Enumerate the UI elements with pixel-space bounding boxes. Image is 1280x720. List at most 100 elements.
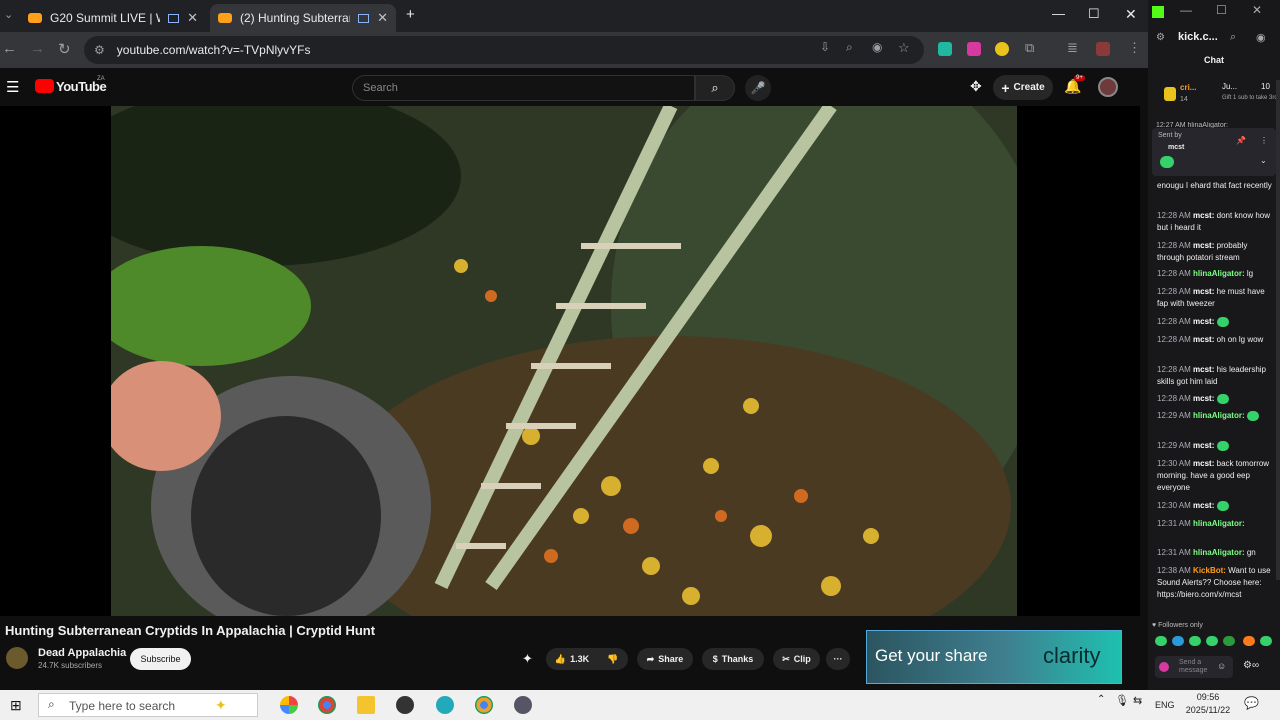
maximize-button[interactable]: ☐	[1088, 6, 1100, 22]
back-icon[interactable]: ←	[2, 40, 17, 57]
kick-minimize[interactable]: —	[1180, 3, 1192, 17]
kick-search-icon[interactable]: ⌕	[1230, 31, 1236, 44]
tab-close-icon[interactable]: ✕	[187, 10, 198, 26]
extensions-puzzle-icon[interactable]: ⧉	[1025, 40, 1034, 56]
chat-input[interactable]: Send a message ☺	[1155, 656, 1233, 678]
emote-bar[interactable]	[1155, 636, 1273, 650]
search-button[interactable]: ⌕	[695, 75, 735, 101]
emote-icon[interactable]	[1155, 636, 1167, 646]
video-player[interactable]	[0, 106, 1140, 616]
extension-2-icon[interactable]	[967, 42, 981, 56]
thanks-button[interactable]: $ Thanks	[702, 648, 764, 670]
tab-search-icon[interactable]: ⌄	[4, 8, 13, 21]
chat-username[interactable]: mcst:	[1193, 394, 1214, 403]
network-tray-icon[interactable]: ⇆	[1133, 694, 1142, 707]
chat-settings-icon[interactable]: ⚙∞	[1243, 660, 1259, 671]
zoom-icon[interactable]: ⌕	[846, 40, 853, 55]
kick-maximize[interactable]: ☐	[1216, 3, 1227, 17]
chat-username[interactable]: mcst:	[1193, 317, 1214, 326]
taskbar-app-7-icon[interactable]	[514, 696, 532, 714]
clock-date[interactable]: 2025/11/22	[1183, 705, 1233, 715]
chat-username[interactable]: mcst:	[1193, 287, 1214, 296]
dislike-button[interactable]: 👎	[598, 648, 628, 670]
like-button[interactable]: 👍 1.3K	[546, 648, 598, 670]
tab-hunting[interactable]: (2) Hunting Subterranean C ✕	[210, 4, 396, 32]
channel-name[interactable]: Dead Appalachia	[38, 647, 126, 659]
chat-username[interactable]: hlinaAligator:	[1193, 269, 1245, 278]
extension-1-icon[interactable]	[938, 42, 952, 56]
omnibox[interactable]: ⚙ youtube.com/watch?v=-TVpNlyvYFs	[84, 36, 924, 64]
kick-url[interactable]: kick.c...	[1178, 31, 1218, 43]
chat-scrollbar[interactable]	[1276, 80, 1280, 580]
pin-icon[interactable]: 📌	[1236, 136, 1246, 145]
chat-username[interactable]: hlinaAligator:	[1193, 548, 1245, 557]
share-button[interactable]: ➦ Share	[637, 648, 693, 670]
chat-username[interactable]: mcst:	[1193, 335, 1214, 344]
forward-icon[interactable]: →	[30, 40, 45, 57]
ad-banner[interactable]: Get your share clarity	[866, 630, 1122, 684]
chat-username[interactable]: mcst:	[1193, 501, 1214, 510]
media-control-icon[interactable]: ≣	[1067, 40, 1078, 56]
chat-username[interactable]: hlinaAligator:	[1193, 411, 1245, 420]
chrome-icon[interactable]	[318, 696, 336, 714]
pinned-menu-icon[interactable]: ⋮	[1260, 136, 1268, 145]
avatar[interactable]	[1098, 77, 1118, 97]
chat-username[interactable]: mcst:	[1193, 241, 1214, 250]
obs-icon[interactable]	[396, 696, 414, 714]
emote-icon[interactable]	[1172, 636, 1184, 646]
new-tab-button[interactable]: +	[406, 6, 415, 23]
video-frame[interactable]	[111, 106, 1017, 616]
pinned-expand-icon[interactable]: ⌄	[1260, 156, 1267, 165]
channel-avatar[interactable]	[6, 647, 28, 669]
chat-username[interactable]: mcst:	[1193, 459, 1214, 468]
chat-username[interactable]: hlinaAligator:	[1193, 519, 1245, 528]
tab-close-icon[interactable]: ✕	[377, 10, 388, 26]
taskbar-app-5-icon[interactable]	[436, 696, 454, 714]
search-input[interactable]: Search	[352, 75, 695, 101]
mic-tray-icon[interactable]: 🎙	[1115, 694, 1129, 707]
more-actions-button[interactable]: ···	[826, 648, 850, 670]
taskbar-app-1-icon[interactable]	[280, 696, 298, 714]
site-info-icon[interactable]: ⚙	[94, 43, 105, 57]
close-window-button[interactable]: ✕	[1125, 6, 1137, 23]
kick-eye-icon[interactable]: ◉	[1256, 31, 1266, 44]
clip-button[interactable]: ✂ Clip	[773, 648, 820, 670]
youtube-logo-icon[interactable]	[35, 79, 54, 93]
windows-start-icon[interactable]: ⊞	[10, 697, 22, 714]
notification-center-icon[interactable]: 💬	[1244, 696, 1259, 710]
create-button[interactable]: + Create	[993, 75, 1053, 100]
chat-username[interactable]: mcst:	[1193, 441, 1214, 450]
chat-username[interactable]: mcst:	[1193, 365, 1214, 374]
voice-search-button[interactable]: 🎤	[745, 75, 771, 101]
bookmark-star-icon[interactable]: ☆	[898, 40, 910, 56]
eye-off-icon[interactable]: ◉	[872, 40, 882, 54]
kick-close[interactable]: ✕	[1252, 3, 1262, 17]
emote-icon[interactable]	[1223, 636, 1235, 646]
kick-settings-icon[interactable]: ⚙	[1156, 32, 1165, 43]
reload-icon[interactable]: ↻	[58, 40, 71, 58]
chrome-profile-icon[interactable]	[475, 696, 493, 714]
extension-3-icon[interactable]	[995, 42, 1009, 56]
clock-time[interactable]: 09:56	[1183, 692, 1233, 702]
hamburger-menu-icon[interactable]: ☰	[6, 78, 19, 96]
tray-chevron-icon[interactable]: ⌃	[1097, 694, 1105, 705]
chat-username[interactable]: mcst:	[1193, 211, 1214, 220]
file-explorer-icon[interactable]	[357, 696, 375, 714]
emote-icon[interactable]	[1243, 636, 1255, 646]
minimize-button[interactable]: —	[1052, 6, 1065, 21]
install-icon[interactable]: ⇩	[820, 40, 830, 54]
profile-avatar[interactable]	[1096, 42, 1110, 56]
subscribe-button[interactable]: Subscribe	[130, 648, 191, 670]
tab-g20[interactable]: G20 Summit LIVE | World Le ✕	[20, 4, 206, 32]
cast-icon[interactable]: ✥	[970, 78, 982, 95]
chat-username[interactable]: KickBot:	[1193, 566, 1226, 575]
pinned-user[interactable]: cri...	[1180, 83, 1196, 92]
emote-icon[interactable]	[1189, 636, 1201, 646]
emote-icon[interactable]	[1206, 636, 1218, 646]
menu-dots-icon[interactable]: ⋮	[1128, 40, 1141, 56]
hype-icon[interactable]: ✦	[522, 651, 533, 667]
language-indicator[interactable]: ENG	[1155, 700, 1175, 710]
emoji-picker-icon[interactable]: ☺	[1217, 661, 1226, 671]
taskbar-highlight-icon[interactable]: ✦	[215, 697, 227, 714]
emote-icon[interactable]	[1260, 636, 1272, 646]
